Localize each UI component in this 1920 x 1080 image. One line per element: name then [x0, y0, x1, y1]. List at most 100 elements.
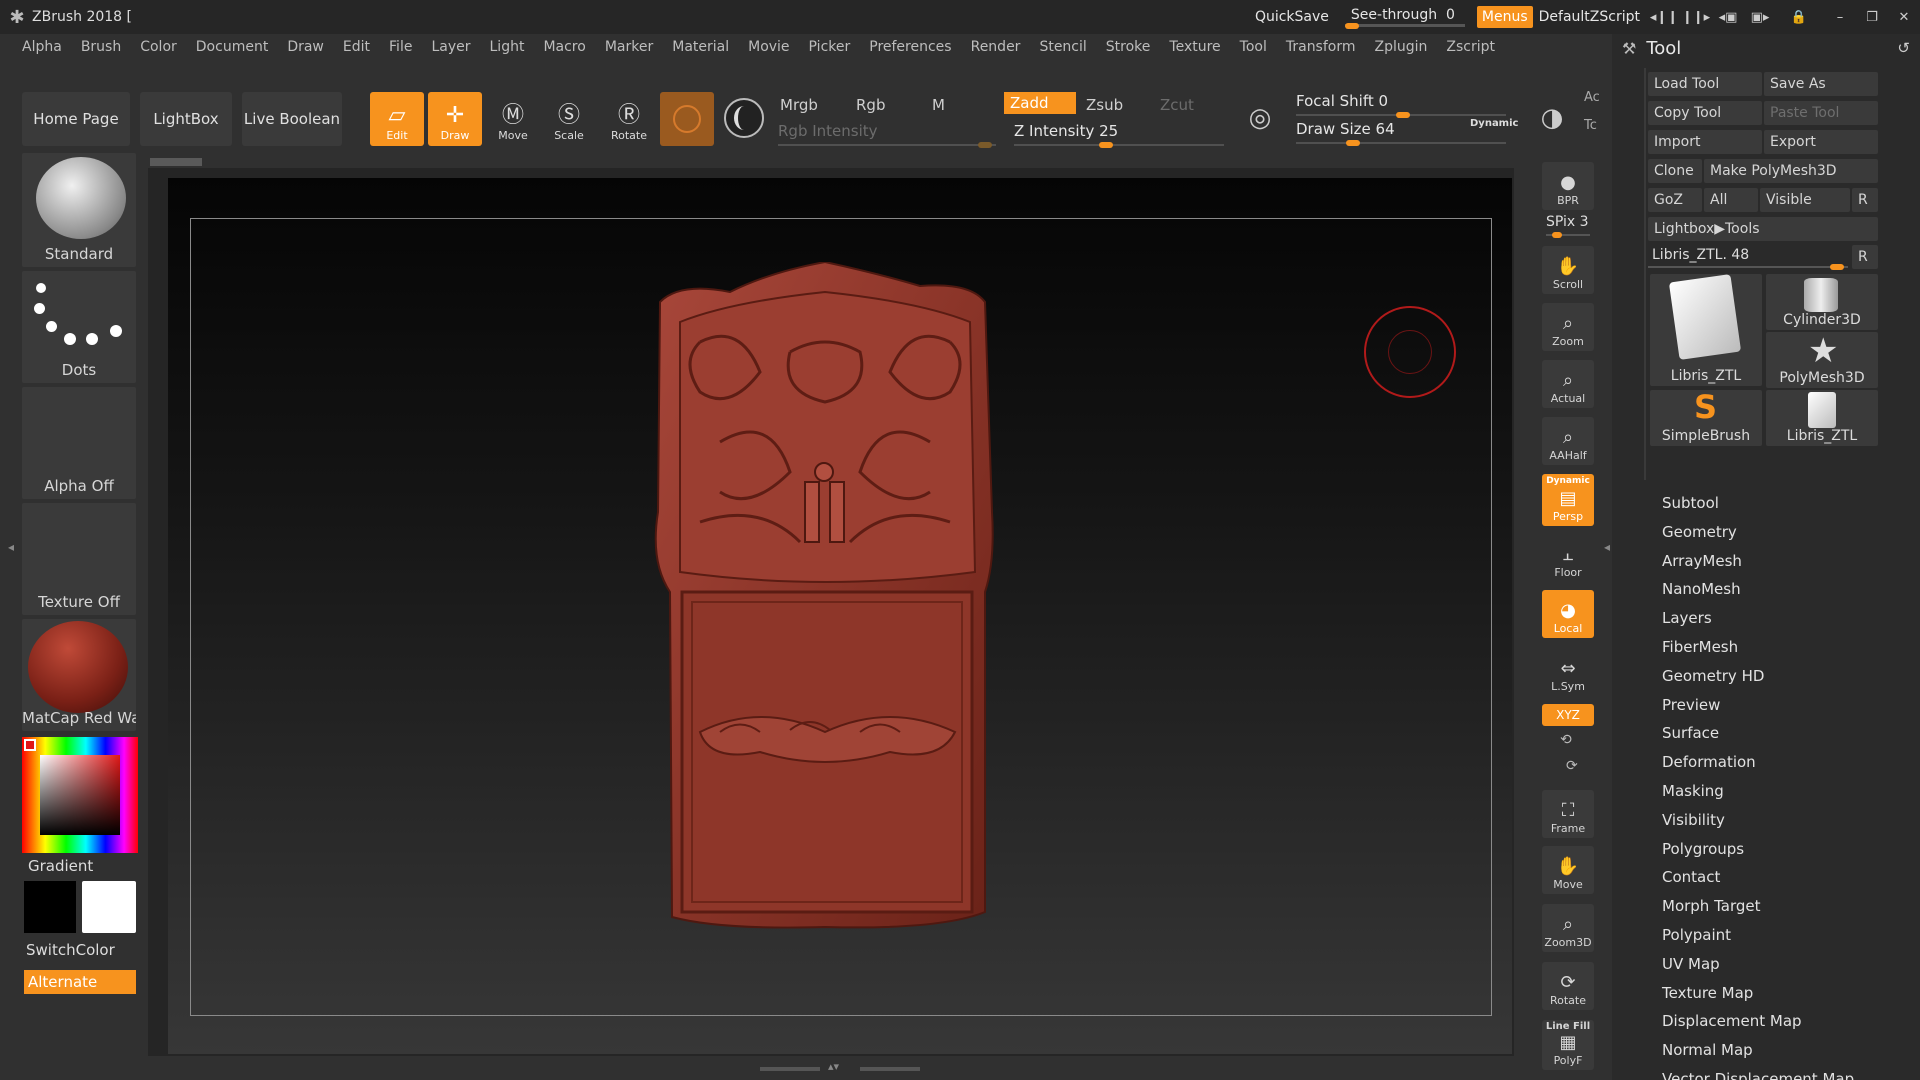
- quicksave-button[interactable]: QuickSave: [1255, 9, 1329, 25]
- document-scroll-handle[interactable]: [150, 158, 202, 166]
- m-button[interactable]: M: [926, 94, 951, 116]
- zcut-button[interactable]: Zcut: [1154, 94, 1200, 116]
- subpalette-texture-map[interactable]: Texture Map: [1662, 979, 1912, 1008]
- material-selector[interactable]: MatCap Red Wax: [22, 619, 136, 731]
- dynamic-size-toggle[interactable]: Dynamic: [1470, 118, 1518, 129]
- bottom-tray-handle[interactable]: ▴▾: [760, 1060, 920, 1074]
- default-zscript-button[interactable]: DefaultZScript: [1539, 9, 1640, 25]
- copy-tool-button[interactable]: Copy Tool: [1648, 101, 1762, 125]
- load-tool-button[interactable]: Load Tool: [1648, 72, 1762, 96]
- goz-button[interactable]: GoZ: [1648, 188, 1702, 212]
- subpalette-subtool[interactable]: Subtool: [1662, 489, 1912, 518]
- goz-all-button[interactable]: All: [1704, 188, 1758, 212]
- tool-thumb-libris-ztl[interactable]: Libris_ZTL: [1650, 274, 1762, 386]
- sculptris-pro-icon[interactable]: ◎: [1240, 98, 1280, 138]
- color-picker[interactable]: [22, 737, 138, 853]
- menu-movie[interactable]: Movie: [748, 39, 789, 55]
- menu-zscript[interactable]: Zscript: [1446, 39, 1495, 55]
- draw-size-knob[interactable]: [1346, 140, 1360, 146]
- menu-light[interactable]: Light: [490, 39, 525, 55]
- tool-thumb-simplebrush[interactable]: S SimpleBrush: [1650, 388, 1762, 446]
- bpr-button[interactable]: ● BPR: [1542, 162, 1594, 210]
- color-sv-square[interactable]: [40, 755, 120, 835]
- close-icon[interactable]: ✕: [1891, 6, 1917, 28]
- current-tool-r-button[interactable]: R: [1852, 245, 1878, 269]
- switch-color-button[interactable]: SwitchColor: [26, 941, 115, 959]
- home-page-button[interactable]: Home Page: [22, 92, 130, 146]
- subpalette-contact[interactable]: Contact: [1662, 863, 1912, 892]
- rotate-mode-button[interactable]: Ⓡ Rotate: [602, 92, 656, 146]
- subpalette-visibility[interactable]: Visibility: [1662, 806, 1912, 835]
- minimize-icon[interactable]: –: [1827, 6, 1853, 28]
- layout-prev-icon[interactable]: ◂▣: [1715, 6, 1741, 28]
- collapse-right-tray-icon[interactable]: ◂: [1604, 540, 1610, 564]
- menu-stencil[interactable]: Stencil: [1039, 39, 1086, 55]
- edit-mode-button[interactable]: ▱ Edit: [370, 92, 424, 146]
- live-boolean-button[interactable]: Live Boolean: [242, 92, 342, 146]
- line-fill-button[interactable]: Line Fill ▦ PolyF: [1542, 1020, 1594, 1070]
- menus-toggle-button[interactable]: Menus: [1476, 6, 1533, 28]
- draw-mode-button[interactable]: ✛ Draw: [428, 92, 482, 146]
- stroke-selector[interactable]: Dots: [22, 271, 136, 383]
- ui-lighter-icon[interactable]: ❙❙▸: [1682, 6, 1710, 28]
- focal-shift-slider[interactable]: Focal Shift 0: [1296, 90, 1506, 118]
- texture-selector[interactable]: Texture Off: [22, 503, 136, 615]
- menu-edit[interactable]: Edit: [343, 39, 370, 55]
- subpalette-surface[interactable]: Surface: [1662, 719, 1912, 748]
- menu-brush[interactable]: Brush: [81, 39, 121, 55]
- lsym-button[interactable]: ⇔ L.Sym: [1542, 648, 1594, 696]
- subpalette-morph-target[interactable]: Morph Target: [1662, 892, 1912, 921]
- menu-document[interactable]: Document: [196, 39, 269, 55]
- aahalf-button[interactable]: ⌕ AAHalf: [1542, 417, 1594, 465]
- menu-material[interactable]: Material: [672, 39, 729, 55]
- menu-alpha[interactable]: Alpha: [22, 39, 62, 55]
- subpalette-nanomesh[interactable]: NanoMesh: [1662, 575, 1912, 604]
- see-through-slider[interactable]: See-through 0: [1344, 4, 1465, 30]
- rotate-view-button[interactable]: ⟳ Rotate: [1542, 962, 1594, 1010]
- menu-tool[interactable]: Tool: [1240, 39, 1267, 55]
- paste-tool-button[interactable]: Paste Tool: [1764, 101, 1878, 125]
- make-polymesh3d-button[interactable]: Make PolyMesh3D: [1704, 159, 1878, 183]
- layout-next-icon[interactable]: ▣▸: [1747, 6, 1773, 28]
- z-intensity-slider[interactable]: Z Intensity 25: [1014, 120, 1224, 148]
- main-color-swatch[interactable]: [24, 881, 76, 933]
- subpalette-geometry-hd[interactable]: Geometry HD: [1662, 662, 1912, 691]
- mrgb-button[interactable]: Mrgb: [774, 94, 824, 116]
- texture-sphere-icon[interactable]: [724, 98, 764, 138]
- lightbox-button[interactable]: LightBox: [140, 92, 232, 146]
- collapse-left-tray-icon[interactable]: ◂: [8, 540, 14, 564]
- zoom-button[interactable]: ⌕ Zoom: [1542, 303, 1594, 351]
- goz-visible-button[interactable]: Visible: [1760, 188, 1850, 212]
- frame-button[interactable]: ⛶ Frame: [1542, 790, 1594, 838]
- subpalette-masking[interactable]: Masking: [1662, 777, 1912, 806]
- menu-draw[interactable]: Draw: [287, 39, 324, 55]
- zadd-button[interactable]: Zadd: [1004, 92, 1076, 114]
- rotate-z-icon[interactable]: ⟳: [1566, 758, 1578, 774]
- menu-zplugin[interactable]: Zplugin: [1375, 39, 1428, 55]
- ornate-panel-model[interactable]: [640, 262, 1010, 934]
- save-as-button[interactable]: Save As: [1764, 72, 1878, 96]
- floor-button[interactable]: ⫠ Floor: [1542, 534, 1594, 582]
- import-button[interactable]: Import: [1648, 130, 1762, 154]
- menu-marker[interactable]: Marker: [605, 39, 653, 55]
- menu-stroke[interactable]: Stroke: [1106, 39, 1151, 55]
- tool-thumb-polymesh3d[interactable]: ★ PolyMesh3D: [1766, 332, 1878, 388]
- see-through-knob[interactable]: [1344, 23, 1359, 29]
- scroll-button[interactable]: ✋ Scroll: [1542, 246, 1594, 294]
- material-swatch-button[interactable]: [660, 92, 714, 146]
- subpalette-layers[interactable]: Layers: [1662, 604, 1912, 633]
- rgb-intensity-slider[interactable]: Rgb Intensity: [778, 120, 996, 148]
- menu-render[interactable]: Render: [971, 39, 1021, 55]
- rgb-button[interactable]: Rgb: [850, 94, 891, 116]
- dynamesh-icon[interactable]: ◑: [1532, 98, 1572, 138]
- z-intensity-knob[interactable]: [1099, 142, 1113, 148]
- rgb-intensity-knob[interactable]: [978, 142, 992, 148]
- restore-icon[interactable]: ❐: [1859, 6, 1885, 28]
- tc-button[interactable]: Tc: [1584, 118, 1597, 133]
- subpalette-uv-map[interactable]: UV Map: [1662, 950, 1912, 979]
- subpalette-polygroups[interactable]: Polygroups: [1662, 835, 1912, 864]
- tool-thumb-cylinder3d[interactable]: Cylinder3D: [1766, 274, 1878, 330]
- secondary-color-swatch[interactable]: [82, 881, 136, 933]
- local-button[interactable]: ◕ Local: [1542, 590, 1594, 638]
- subpalette-displacement-map[interactable]: Displacement Map: [1662, 1007, 1912, 1036]
